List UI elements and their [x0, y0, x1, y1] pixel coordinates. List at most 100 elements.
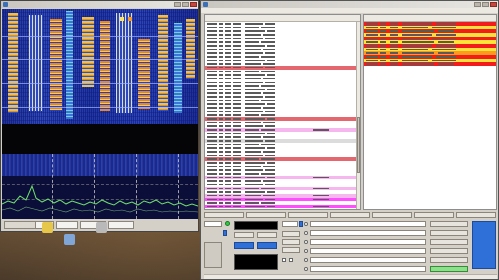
tx-select-radio[interactable] — [304, 267, 308, 271]
text-placeholder — [263, 150, 275, 153]
menu-item[interactable] — [284, 9, 294, 12]
control-box[interactable] — [56, 221, 78, 229]
app-icon[interactable] — [64, 234, 75, 245]
gear-icon[interactable] — [96, 222, 107, 233]
text-placeholder — [207, 96, 217, 98]
spin-control[interactable] — [299, 221, 303, 227]
tx-select-radio[interactable] — [304, 222, 308, 226]
message-field[interactable] — [310, 266, 426, 272]
frequency-display[interactable] — [234, 221, 278, 230]
signal-trace — [66, 11, 73, 119]
folder-icon[interactable] — [42, 222, 53, 233]
message-field[interactable] — [310, 257, 426, 263]
text-placeholder — [432, 37, 456, 40]
menu-item[interactable] — [316, 9, 326, 12]
menu-item[interactable] — [300, 9, 310, 12]
control-box[interactable] — [108, 221, 134, 229]
decoder-title-bar[interactable] — [201, 1, 498, 8]
menu-item[interactable] — [220, 9, 230, 12]
text-placeholder — [313, 176, 329, 179]
side-button[interactable] — [430, 230, 468, 236]
text-placeholder — [225, 154, 231, 157]
text-placeholder — [225, 140, 231, 142]
status-bar — [204, 274, 497, 279]
tx-button[interactable] — [456, 212, 496, 218]
message-list[interactable] — [204, 14, 361, 210]
tx-button[interactable] — [414, 212, 454, 218]
scroll-thumb[interactable] — [357, 117, 360, 173]
tx-button[interactable] — [204, 212, 244, 218]
tx-button[interactable] — [288, 212, 328, 218]
text-placeholder — [225, 92, 231, 95]
dx-button[interactable] — [282, 231, 300, 237]
signal-trace — [158, 15, 168, 111]
menu-item[interactable] — [268, 9, 278, 12]
text-placeholder — [233, 172, 241, 175]
side-button[interactable] — [430, 221, 468, 227]
option-checkbox[interactable] — [289, 258, 293, 262]
text-placeholder — [245, 187, 259, 190]
text-placeholder — [245, 136, 261, 138]
message-field[interactable] — [310, 221, 426, 227]
menu-item[interactable] — [204, 9, 214, 12]
option-checkbox[interactable] — [282, 258, 286, 262]
tx-button[interactable] — [246, 212, 286, 218]
tx-select-radio[interactable] — [304, 240, 308, 244]
close-icon[interactable] — [190, 2, 197, 7]
text-placeholder — [219, 205, 223, 208]
side-button[interactable] — [430, 248, 468, 254]
side-button[interactable] — [430, 239, 468, 245]
text-placeholder — [225, 180, 231, 182]
waterfall-display[interactable] — [2, 9, 198, 124]
tx-select-radio[interactable] — [304, 258, 308, 262]
mode-button[interactable] — [234, 232, 254, 238]
level-slider[interactable] — [472, 221, 496, 269]
side-button[interactable] — [430, 266, 468, 272]
minimize-icon[interactable] — [174, 2, 181, 7]
menu-item[interactable] — [236, 9, 246, 12]
text-placeholder — [245, 103, 265, 106]
dx-call-field[interactable] — [282, 221, 298, 227]
text-placeholder — [219, 132, 223, 135]
band-activity-list[interactable] — [363, 14, 497, 210]
spin-control[interactable] — [223, 230, 227, 236]
tx-button[interactable] — [372, 212, 412, 218]
message-field[interactable] — [310, 239, 426, 245]
spectrum-graph[interactable] — [2, 154, 198, 219]
side-button[interactable] — [430, 257, 468, 263]
text-placeholder — [207, 41, 217, 43]
text-placeholder — [267, 74, 275, 76]
minimize-icon[interactable] — [474, 2, 481, 7]
dx-button[interactable] — [282, 247, 300, 253]
freq-rx-field[interactable] — [257, 242, 277, 249]
list-row[interactable] — [364, 62, 496, 66]
list-row[interactable] — [205, 204, 360, 209]
message-field[interactable] — [310, 248, 426, 254]
message-scrollbar[interactable] — [356, 22, 360, 209]
text-placeholder — [402, 41, 434, 43]
text-placeholder — [233, 114, 241, 116]
maximize-icon[interactable] — [182, 2, 189, 7]
text-placeholder — [225, 96, 231, 98]
mode-button[interactable] — [257, 232, 277, 238]
control-button[interactable] — [4, 221, 36, 229]
freq-tx-field[interactable] — [234, 242, 254, 249]
decoder-window — [200, 0, 499, 280]
close-icon[interactable] — [490, 2, 497, 7]
message-field[interactable] — [310, 230, 426, 236]
text-placeholder — [261, 55, 275, 58]
dx-button[interactable] — [282, 239, 300, 245]
waterfall-title-bar[interactable] — [1, 1, 198, 8]
text-placeholder — [245, 191, 265, 193]
tx-button[interactable] — [330, 212, 370, 218]
text-placeholder — [245, 194, 261, 197]
tx-select-radio[interactable] — [304, 231, 308, 235]
text-placeholder — [432, 59, 456, 62]
maximize-icon[interactable] — [482, 2, 489, 7]
text-placeholder — [432, 48, 456, 51]
text-placeholder — [380, 48, 386, 51]
band-select[interactable] — [204, 221, 222, 227]
menu-item[interactable] — [252, 9, 262, 12]
tx-select-radio[interactable] — [304, 249, 308, 253]
text-placeholder — [219, 154, 223, 157]
